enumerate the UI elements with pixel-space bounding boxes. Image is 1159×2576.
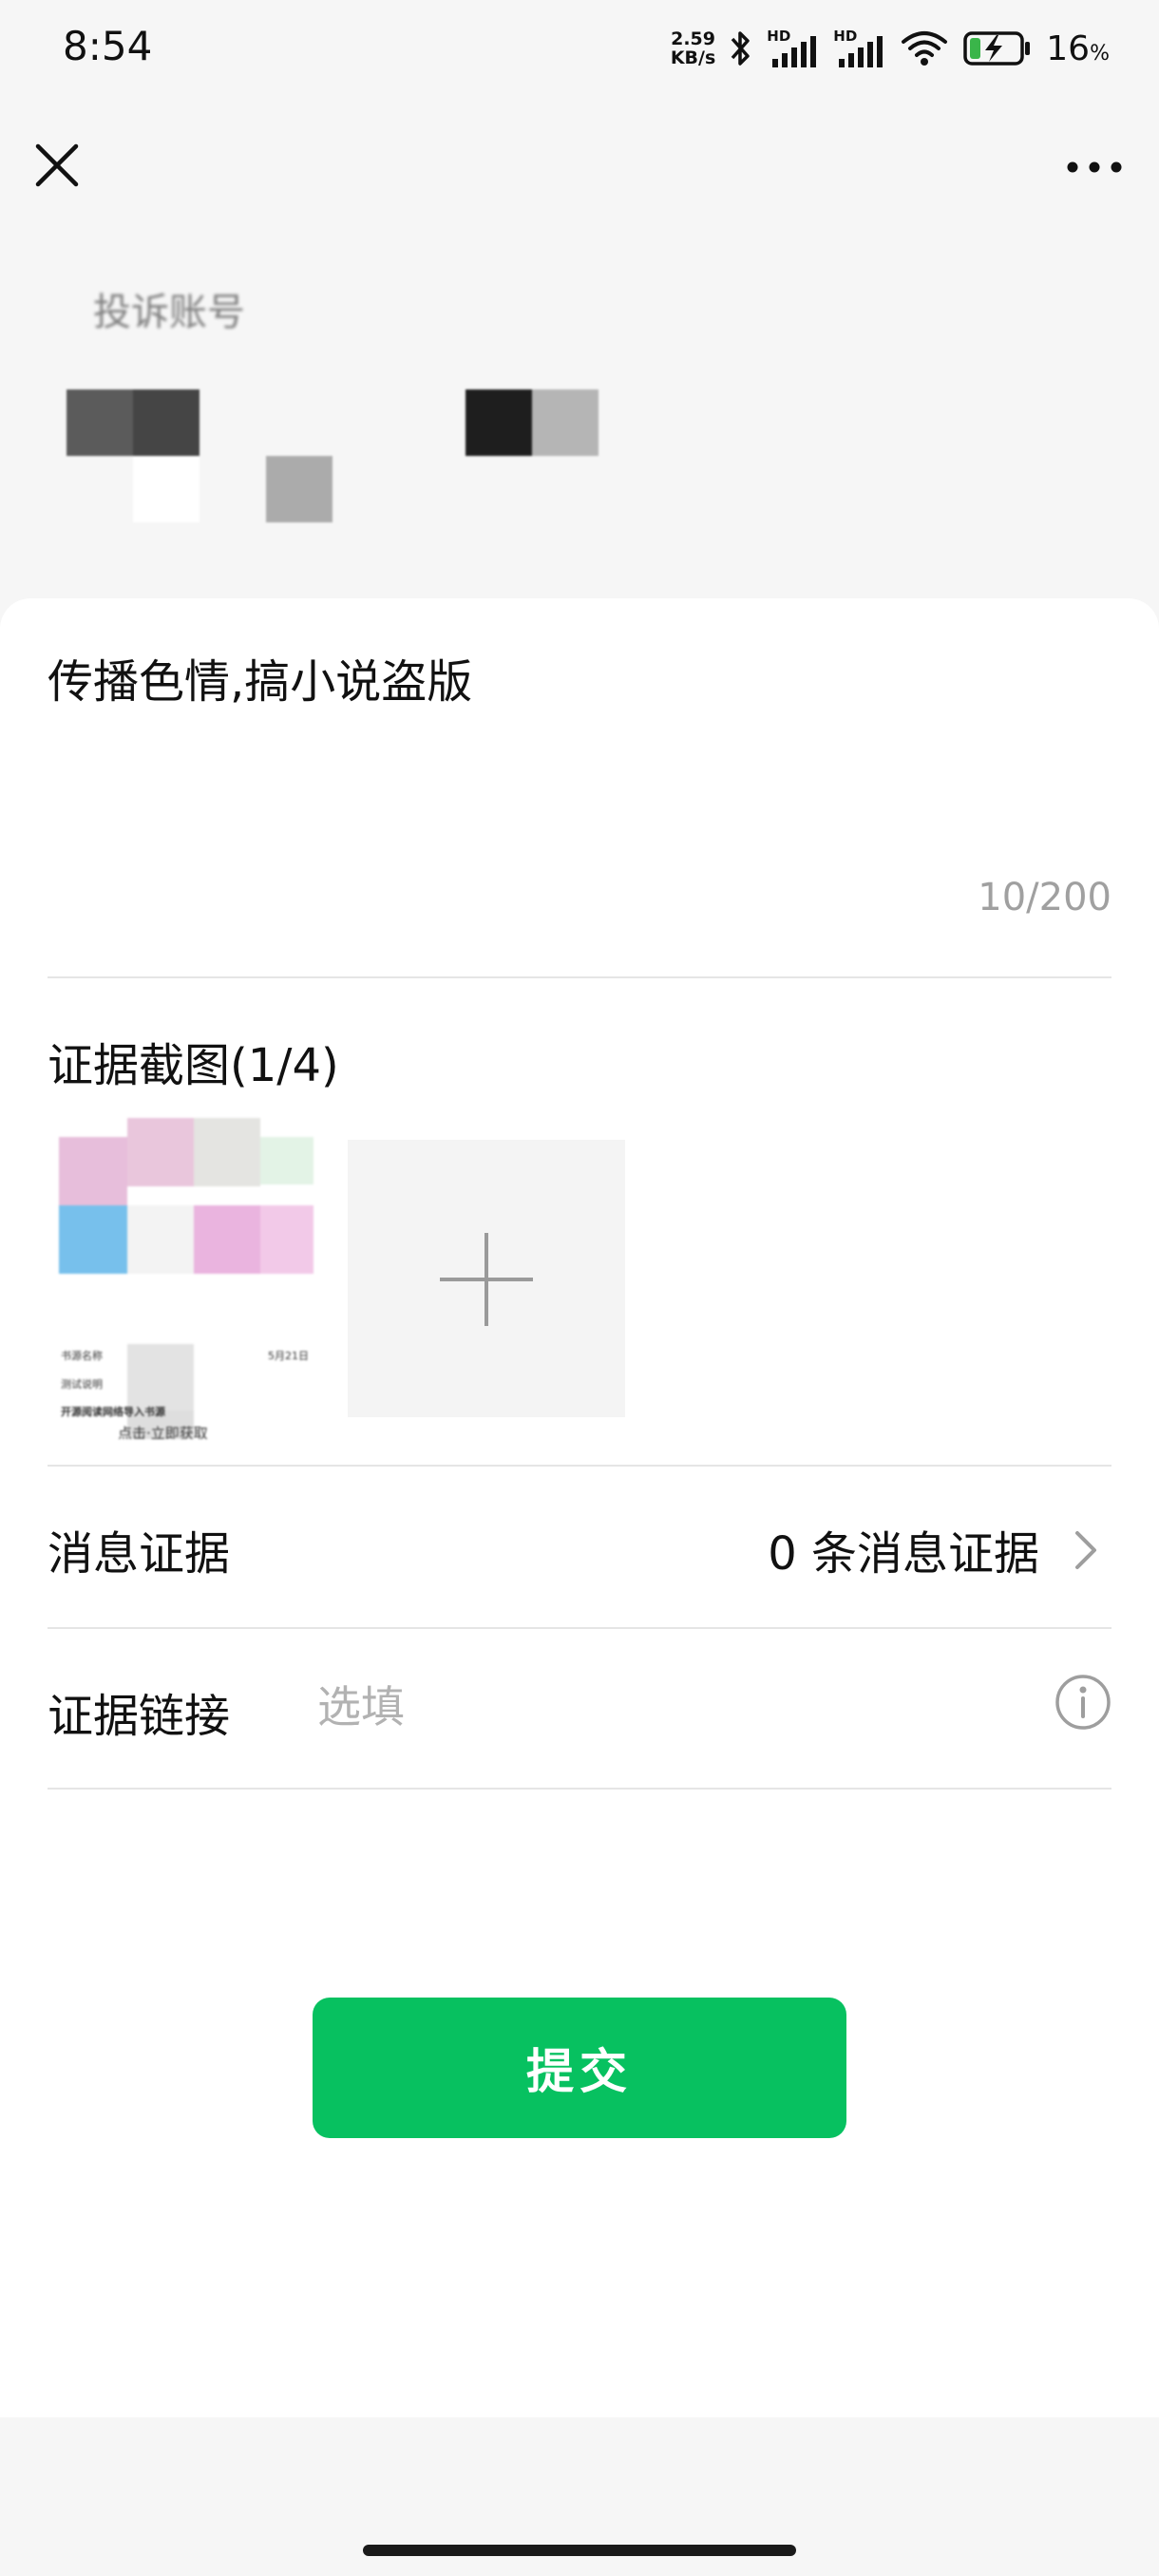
status-bar: 8:54 2.59 KB/s HD HD 16% [0, 0, 1159, 95]
divider [48, 976, 1112, 978]
home-indicator[interactable] [363, 2545, 796, 2556]
divider [48, 1465, 1112, 1467]
message-evidence-count: 0 条消息证据 [768, 1527, 1039, 1581]
divider [48, 1627, 1112, 1629]
complaint-form: 传播色情,搞小说盗版 10/200 证据截图(1/4) 书源名称 5月21日 测… [0, 598, 1159, 2417]
signal-icon: HD [767, 28, 820, 69]
chevron-right-icon [1075, 1531, 1096, 1569]
add-screenshot-button[interactable] [348, 1140, 625, 1417]
account-section: 投诉账号 [0, 237, 1159, 598]
char-counter: 10/200 [978, 876, 1112, 919]
signal-icon: HD [833, 28, 886, 69]
more-icon [1067, 161, 1122, 173]
bluetooth-icon [731, 31, 750, 66]
status-time: 8:54 [63, 23, 153, 69]
evidence-link-label: 证据链接 [48, 1690, 231, 1743]
network-speed: 2.59 KB/s [671, 29, 715, 67]
battery-percent: 16% [1046, 29, 1110, 68]
network-speed-unit: KB/s [670, 47, 716, 68]
more-button[interactable] [1058, 148, 1130, 186]
thumbnail-text: 点击·立即获取 [118, 1425, 208, 1439]
account-label: 投诉账号 [93, 291, 245, 334]
message-evidence-label: 消息证据 [48, 1527, 231, 1581]
nav-bar [0, 95, 1159, 237]
thumbnail-text: 开源阅读网络导入书源 [61, 1406, 165, 1418]
battery-percent-unit: % [1090, 41, 1110, 66]
network-speed-value: 2.59 [671, 28, 715, 49]
thumbnail-text: 书源名称 [61, 1350, 103, 1362]
thumbnail-text: 5月21日 [268, 1350, 309, 1362]
evidence-screenshots-title: 证据截图(1/4) [48, 1039, 339, 1092]
thumbnail-text: 测试说明 [61, 1378, 103, 1391]
account-avatar-mosaic [66, 389, 598, 522]
close-icon [35, 143, 79, 187]
evidence-screenshot-thumbnail[interactable]: 书源名称 5月21日 测试说明 开源阅读网络导入书源 点击·立即获取 [57, 1116, 314, 1439]
evidence-link-input[interactable] [317, 1674, 982, 1740]
close-button[interactable] [28, 137, 86, 194]
divider [48, 1788, 1112, 1790]
battery-charging-icon [963, 31, 1031, 66]
wifi-icon [902, 31, 948, 66]
info-icon[interactable] [1054, 1674, 1112, 1731]
battery-percent-value: 16 [1046, 28, 1091, 68]
submit-button[interactable]: 提交 [313, 1998, 846, 2138]
status-icons: 2.59 KB/s HD HD 16% [671, 25, 1110, 72]
complaint-description[interactable]: 传播色情,搞小说盗版 [48, 644, 472, 710]
